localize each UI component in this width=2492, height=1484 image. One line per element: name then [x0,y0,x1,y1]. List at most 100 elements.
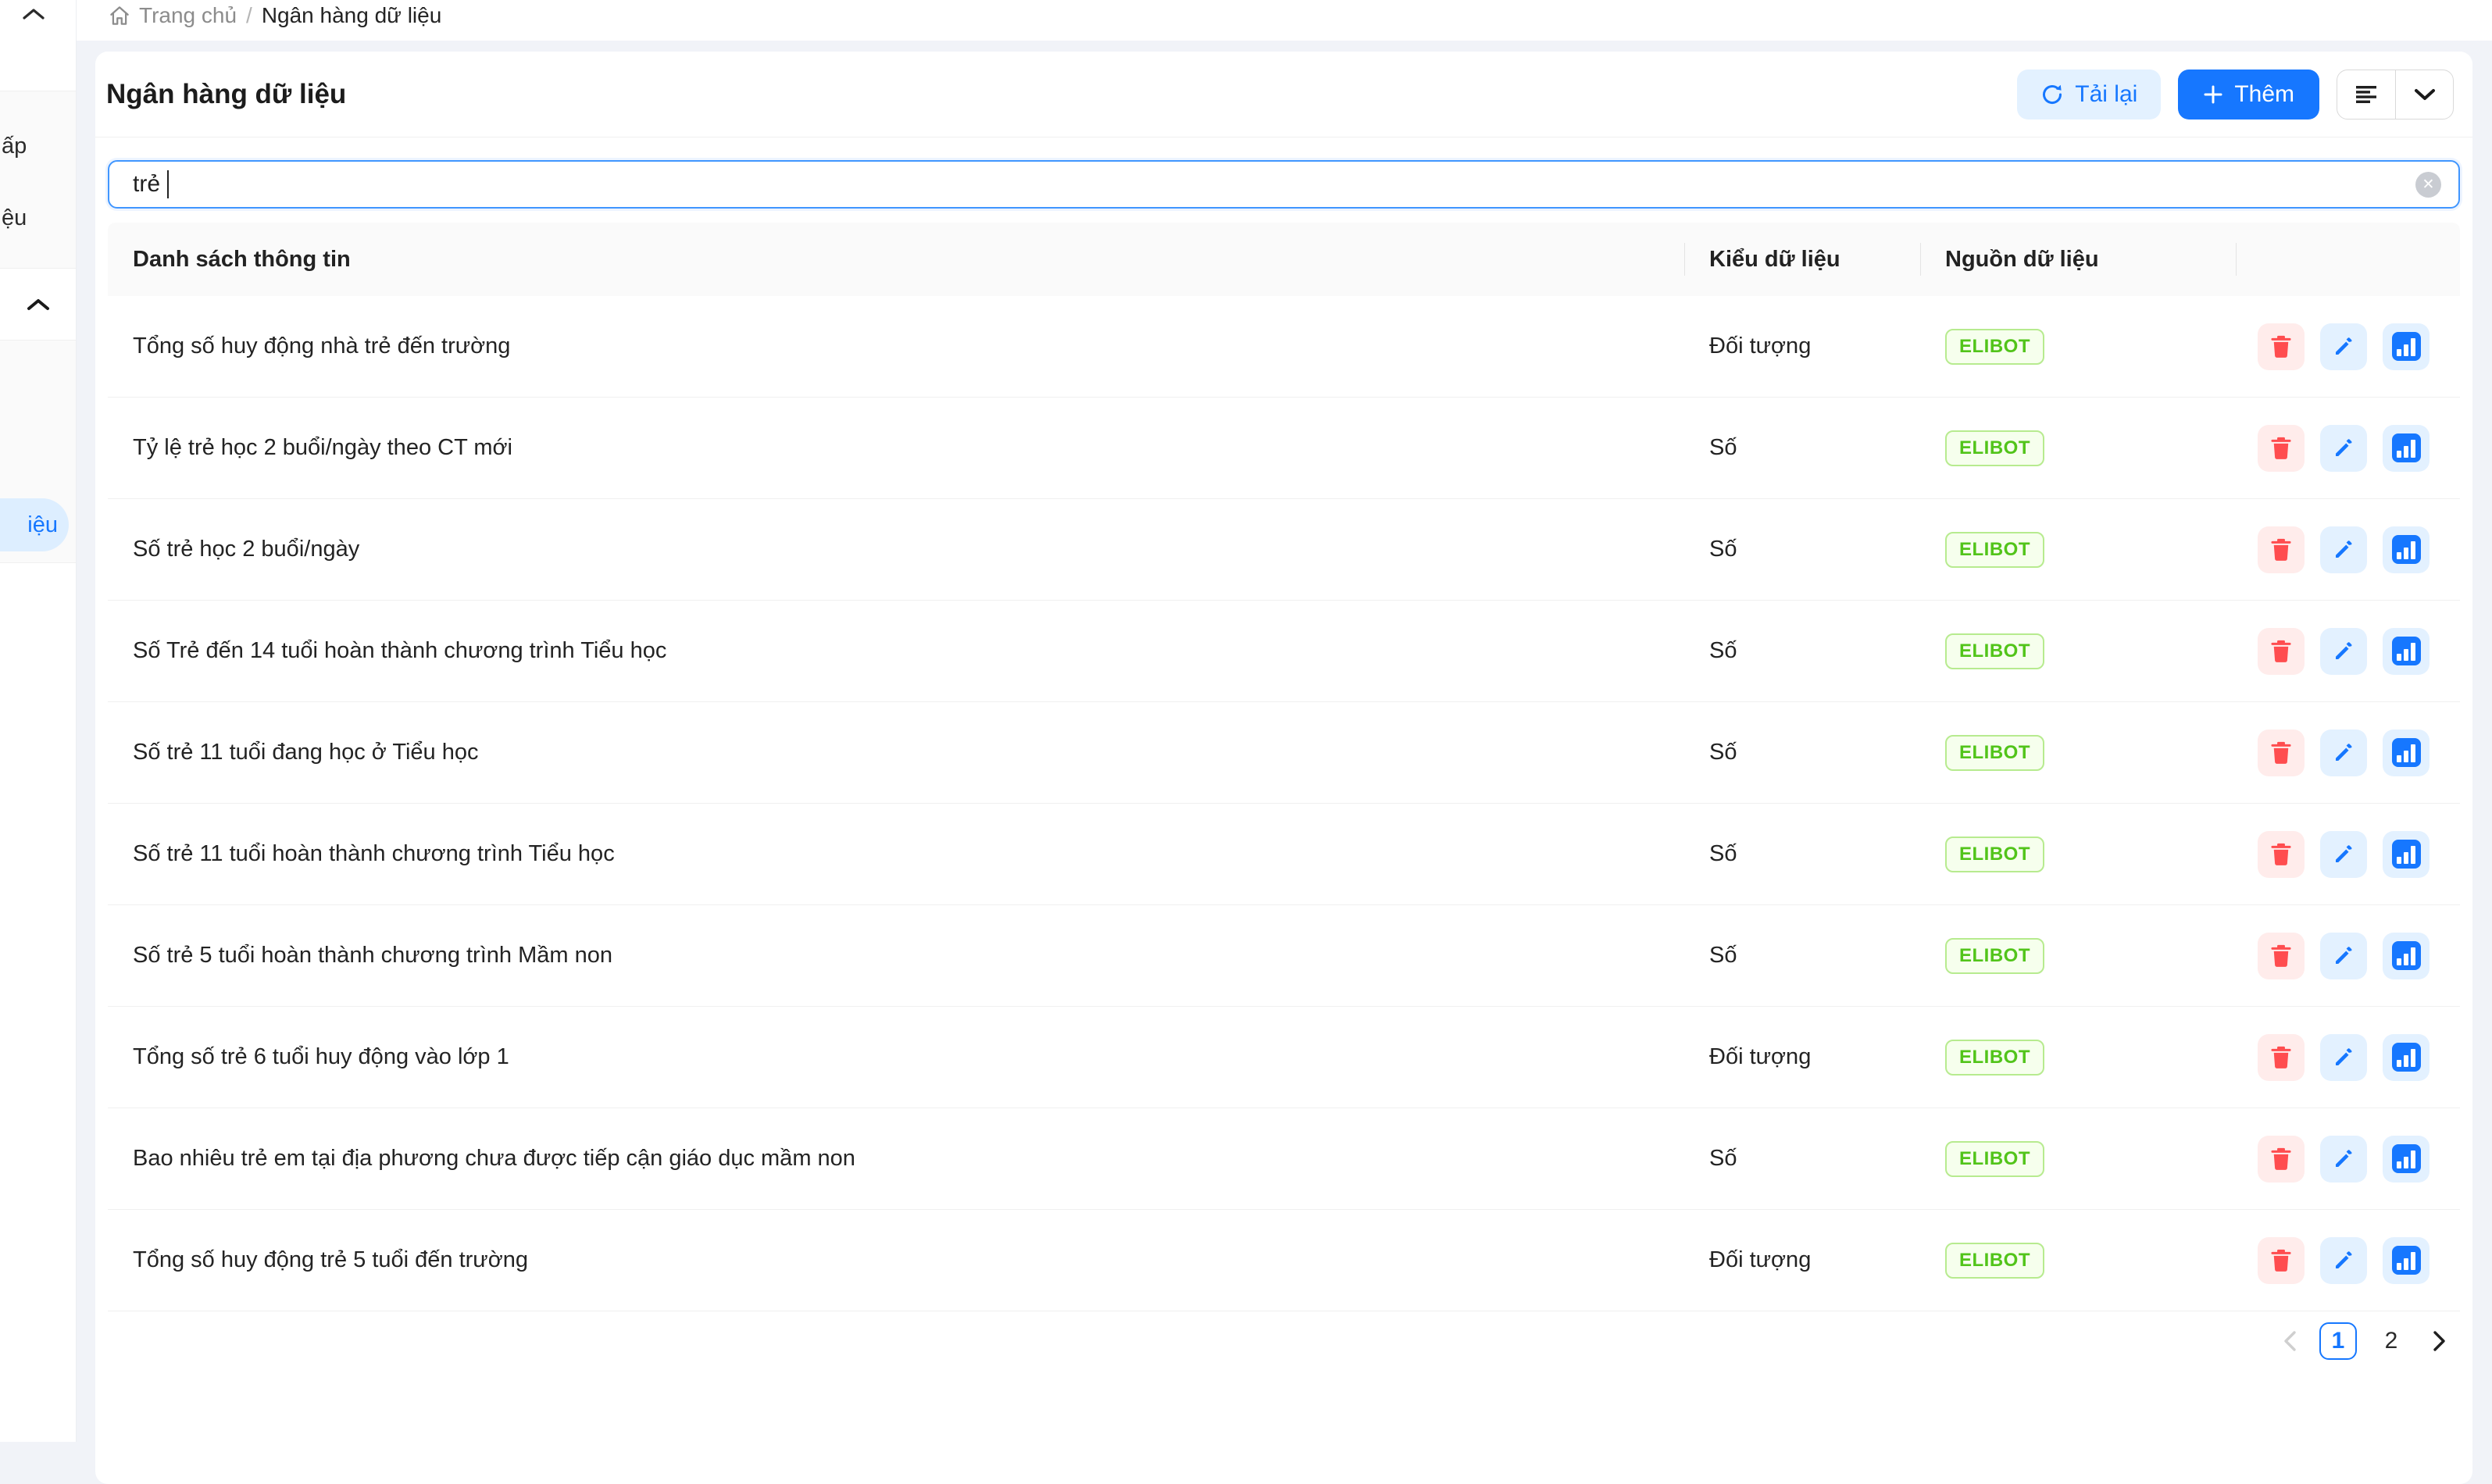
bar-chart-icon [2392,840,2421,869]
edit-button[interactable] [2320,628,2367,675]
prev-page-icon[interactable] [2276,1322,2304,1360]
chart-button[interactable] [2383,425,2430,472]
delete-button[interactable] [2258,526,2305,573]
more-options-button[interactable] [2395,70,2453,119]
row-type: Số [1684,435,1920,461]
delete-button[interactable] [2258,1237,2305,1284]
row-source: ELIBOT [1920,938,2236,974]
bar-chart-icon [2392,941,2421,970]
edit-button[interactable] [2320,1136,2367,1183]
list-lines-icon [2355,84,2378,105]
edit-button[interactable] [2320,323,2367,370]
pencil-icon [2332,640,2355,663]
edit-button[interactable] [2320,1237,2367,1284]
row-name: Số trẻ 5 tuổi hoàn thành chương trình Mầ… [108,943,1684,969]
pencil-icon [2332,1249,2355,1272]
delete-button[interactable] [2258,831,2305,878]
source-badge: ELIBOT [1945,837,2044,872]
list-view-button[interactable] [2337,70,2395,119]
bar-chart-icon [2392,1246,2421,1275]
table-row: Số Trẻ đến 14 tuổi hoàn thành chương trì… [108,601,2460,702]
source-badge: ELIBOT [1945,532,2044,568]
pencil-icon [2332,335,2355,359]
row-source: ELIBOT [1920,430,2236,466]
breadcrumb-home-link[interactable]: Trang chủ [108,3,237,28]
row-source: ELIBOT [1920,735,2236,771]
pencil-icon [2332,437,2355,460]
edit-button[interactable] [2320,831,2367,878]
sidebar-item-clipped-1[interactable]: ấp [2,134,27,159]
search-input[interactable]: trẻ ✕ [108,160,2460,209]
row-actions [2236,1237,2460,1284]
row-source: ELIBOT [1920,329,2236,365]
pencil-icon [2332,741,2355,765]
reload-button[interactable]: Tải lại [2017,70,2161,120]
row-actions [2236,425,2460,472]
text-cursor [167,170,169,198]
data-bank-card: Ngân hàng dữ liệu Tải lại Thêm [95,52,2472,1484]
row-type: Số [1684,740,1920,765]
row-type: Số [1684,638,1920,664]
add-button-label: Thêm [2234,81,2294,108]
column-header-type: Kiểu dữ liệu [1684,223,1920,296]
chart-button[interactable] [2383,933,2430,979]
trash-icon [2269,537,2293,562]
chart-button[interactable] [2383,323,2430,370]
row-source: ELIBOT [1920,633,2236,669]
chart-button[interactable] [2383,628,2430,675]
delete-button[interactable] [2258,730,2305,776]
source-badge: ELIBOT [1945,329,2044,365]
row-actions [2236,628,2460,675]
clear-search-icon[interactable]: ✕ [2415,172,2441,198]
add-button[interactable]: Thêm [2178,70,2319,120]
breadcrumb-current: Ngân hàng dữ liệu [262,3,441,28]
breadcrumb-home-label: Trang chủ [139,3,237,28]
delete-button[interactable] [2258,425,2305,472]
row-actions [2236,323,2460,370]
sidebar-submenu-group: iệu [0,341,76,563]
pencil-icon [2332,1046,2355,1069]
edit-button[interactable] [2320,933,2367,979]
delete-button[interactable] [2258,933,2305,979]
sidebar-item-clipped-2[interactable]: ệu [2,205,27,231]
row-name: Tỷ lệ trẻ học 2 buổi/ngày theo CT mới [108,435,1684,461]
table-body: Tổng số huy động nhà trẻ đến trường Đối … [108,296,2460,1311]
table-row: Tổng số trẻ 6 tuổi huy động vào lớp 1 Đố… [108,1007,2460,1108]
bar-chart-icon [2392,637,2421,665]
breadcrumb: Trang chủ / Ngân hàng dữ liệu [108,0,441,36]
row-type: Số [1684,841,1920,867]
chart-button[interactable] [2383,1034,2430,1081]
edit-button[interactable] [2320,526,2367,573]
topbar: Trang chủ / Ngân hàng dữ liệu [77,0,2492,41]
chart-button[interactable] [2383,730,2430,776]
edit-button[interactable] [2320,1034,2367,1081]
chevron-up-icon[interactable] [22,8,45,20]
row-type: Đối tượng [1684,1044,1920,1070]
page-button-2[interactable]: 2 [2372,1322,2410,1360]
trash-icon [2269,639,2293,664]
row-type: Đối tượng [1684,1247,1920,1273]
chart-button[interactable] [2383,526,2430,573]
bar-chart-icon [2392,332,2421,361]
row-type: Số [1684,537,1920,562]
delete-button[interactable] [2258,1034,2305,1081]
column-header-actions [2236,223,2460,296]
page-button-1[interactable]: 1 [2319,1322,2357,1360]
edit-button[interactable] [2320,425,2367,472]
next-page-icon[interactable] [2426,1322,2454,1360]
delete-button[interactable] [2258,628,2305,675]
row-source: ELIBOT [1920,1243,2236,1279]
row-actions [2236,831,2460,878]
plus-icon [2203,84,2223,105]
sidebar-section-toggle[interactable] [0,268,76,341]
chart-button[interactable] [2383,1237,2430,1284]
bar-chart-icon [2392,1043,2421,1072]
pencil-icon [2332,538,2355,562]
chart-button[interactable] [2383,1136,2430,1183]
sidebar-item-active[interactable]: iệu [0,498,69,551]
delete-button[interactable] [2258,323,2305,370]
chart-button[interactable] [2383,831,2430,878]
edit-button[interactable] [2320,730,2367,776]
delete-button[interactable] [2258,1136,2305,1183]
table-row: Tổng số huy động nhà trẻ đến trường Đối … [108,296,2460,398]
